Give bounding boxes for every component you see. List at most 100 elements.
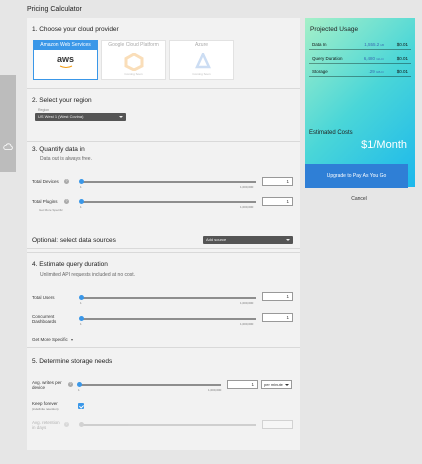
devices-slider-track[interactable] [80,181,256,183]
gcp-logo-icon [124,53,144,71]
slider-min: 1 [80,322,82,326]
slider-min: 1 [80,185,82,189]
provider-name: Amazon Web Services [34,41,97,50]
help-icon[interactable]: ? [64,179,69,184]
usage-row-storage: Storage .29 GB-hr $0.01 [309,66,411,77]
chevron-down-icon [119,116,123,118]
help-icon: ? [64,422,69,427]
usage-price: $0.01 [396,69,408,74]
chevron-down-icon [286,239,290,241]
provider-name: Google Cloud Platform [108,42,159,48]
provider-section: 1. Choose your cloud provider Amazon Web… [27,18,300,89]
slider-max: 1,000,000 [240,185,254,189]
writes-label: Avg. writes per device [32,380,62,390]
estimated-price: $1/Month [361,139,407,151]
help-icon[interactable]: ? [64,199,69,204]
usage-value: 6,480 Gb-hr [363,56,384,61]
provider-gcp: Google Cloud Platform Coming Soon [101,40,166,80]
cancel-button[interactable]: Cancel [305,196,413,202]
retention-slider-track [80,424,256,426]
slider-max: 1,000,000 [240,322,254,326]
devices-label: Total Devices [32,179,59,184]
section-heading: 3. Quantify data in [32,146,85,153]
slider-min: 1 [80,301,82,305]
section-heading: 2. Select your region [32,97,92,104]
users-slider-thumb[interactable] [79,295,84,300]
slider-min: 1 [80,205,82,209]
usage-heading: Projected Usage [310,26,359,33]
calculator-panel: 1. Choose your cloud provider Amazon Web… [27,18,300,450]
page-title: Pricing Calculator [27,6,82,13]
estimated-costs-label: Estimated Costs [309,130,353,136]
plugins-input[interactable]: 1 [262,197,293,206]
provider-name: Azure [194,42,209,48]
slider-max: 1,000,000 [240,301,254,305]
add-source-placeholder: Add source [206,237,227,242]
slider-max: 1,000,000 [240,205,254,209]
usage-name: Query Duration [312,56,343,61]
coming-soon-label: Coming Soon [192,72,211,76]
plugins-slider-track[interactable] [80,201,256,203]
devices-input[interactable]: 1 [262,177,293,186]
region-section: 2. Select your region Region US West 1 (… [27,89,300,142]
region-label: Region [38,108,50,112]
unit-value: per minute [264,382,283,387]
slider-max: 1,000,000 [208,388,222,392]
writes-slider-thumb[interactable] [77,382,82,387]
usage-value: .29 GB-hr [368,69,384,74]
help-icon[interactable]: ? [68,382,73,387]
keep-forever-checkbox[interactable] [78,403,84,409]
projected-usage-panel: Projected Usage Data In 1,555.2 kB $0.01… [305,18,415,187]
section-subtitle: Data out is always free. [40,156,92,162]
region-value: US West 1 (West Covina) [38,114,84,119]
retention-label: Avg. retention in days [32,420,60,430]
section-heading: 5. Determine storage needs [32,358,113,365]
region-select[interactable]: US West 1 (West Covina) [35,113,126,121]
writes-input[interactable]: 1 [227,380,258,389]
get-more-specific-link[interactable]: Get More Specific [39,208,63,212]
side-panel-tab[interactable] [0,75,16,172]
usage-name: Storage [312,69,328,74]
link-label: Get More Specific [32,337,68,342]
usage-row-data-in: Data In 1,555.2 kB $0.01 [309,39,411,50]
usage-value: 1,555.2 kB [364,42,384,47]
usage-row-query-duration: Query Duration 6,480 Gb-hr $0.01 [309,53,411,64]
plugins-label: Total Plugins [32,199,58,204]
usage-price: $0.01 [396,56,408,61]
devices-slider-thumb[interactable] [79,179,84,184]
retention-slider-thumb [79,422,84,427]
chevron-down-icon [71,339,74,341]
aws-smile-icon [59,65,73,68]
section-heading: Optional: select data sources [32,237,116,244]
provider-azure: Azure Coming Soon [169,40,234,80]
users-input[interactable]: 1 [262,292,293,301]
section-heading: 1. Choose your cloud provider [32,26,119,33]
section-subtitle: Unlimited API requests included at no co… [40,272,136,278]
plugins-slider-thumb[interactable] [79,199,84,204]
writes-unit-select[interactable]: per minute [261,380,292,389]
provider-aws[interactable]: Amazon Web Services aws [33,40,98,80]
section-heading: 4. Estimate query duration [32,261,108,268]
add-source-select[interactable]: Add source [203,236,293,244]
retention-input [262,420,293,429]
cloud-icon [3,143,13,150]
slider-min: 1 [78,388,80,392]
users-slider-track[interactable] [80,297,256,299]
chevron-down-icon [285,384,289,386]
storage-section: 5. Determine storage needs Avg. writes p… [27,348,300,450]
azure-logo-icon [195,53,211,69]
writes-slider-track[interactable] [78,384,221,386]
upgrade-button[interactable]: Upgrade to Pay As You Go [305,164,408,188]
coming-soon-label: Coming Soon [124,72,143,76]
usage-price: $0.01 [396,42,408,47]
dashboards-slider-thumb[interactable] [79,316,84,321]
get-more-specific-link[interactable]: Get More Specific [32,337,74,342]
query-duration-section: 4. Estimate query duration Unlimited API… [27,253,300,348]
usage-name: Data In [312,42,327,47]
dashboards-label: Concurrent Dashboards [32,314,57,324]
dashboards-input[interactable]: 1 [262,313,293,322]
dashboards-slider-track[interactable] [80,318,256,320]
users-label: Total Users [32,295,55,300]
data-sources-section: Optional: select data sources Add source [27,229,300,253]
keep-forever-label: Keep forever [32,401,58,406]
